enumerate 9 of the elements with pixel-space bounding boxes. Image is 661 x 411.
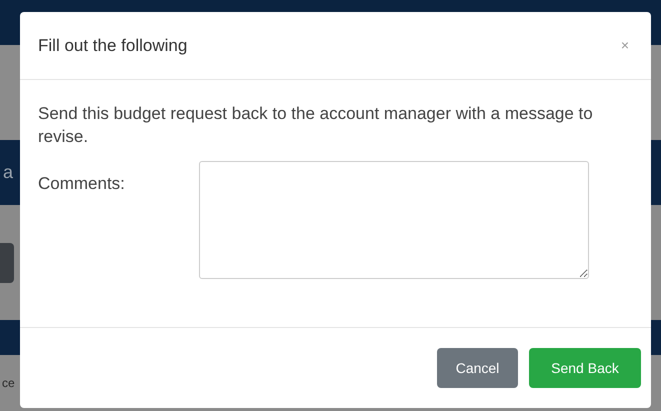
cancel-button[interactable]: Cancel	[437, 348, 518, 388]
dialog-title: Fill out the following	[38, 34, 188, 57]
background-text: a	[3, 161, 14, 184]
message-text: Send this budget request back to the account manager with a message to revise.	[38, 103, 594, 148]
comments-field[interactable]	[199, 161, 589, 279]
close-button[interactable]: ×	[620, 35, 629, 56]
send-back-button[interactable]: Send Back	[529, 348, 641, 388]
comments-label: Comments:	[38, 173, 126, 195]
background-text: ce	[2, 375, 15, 392]
